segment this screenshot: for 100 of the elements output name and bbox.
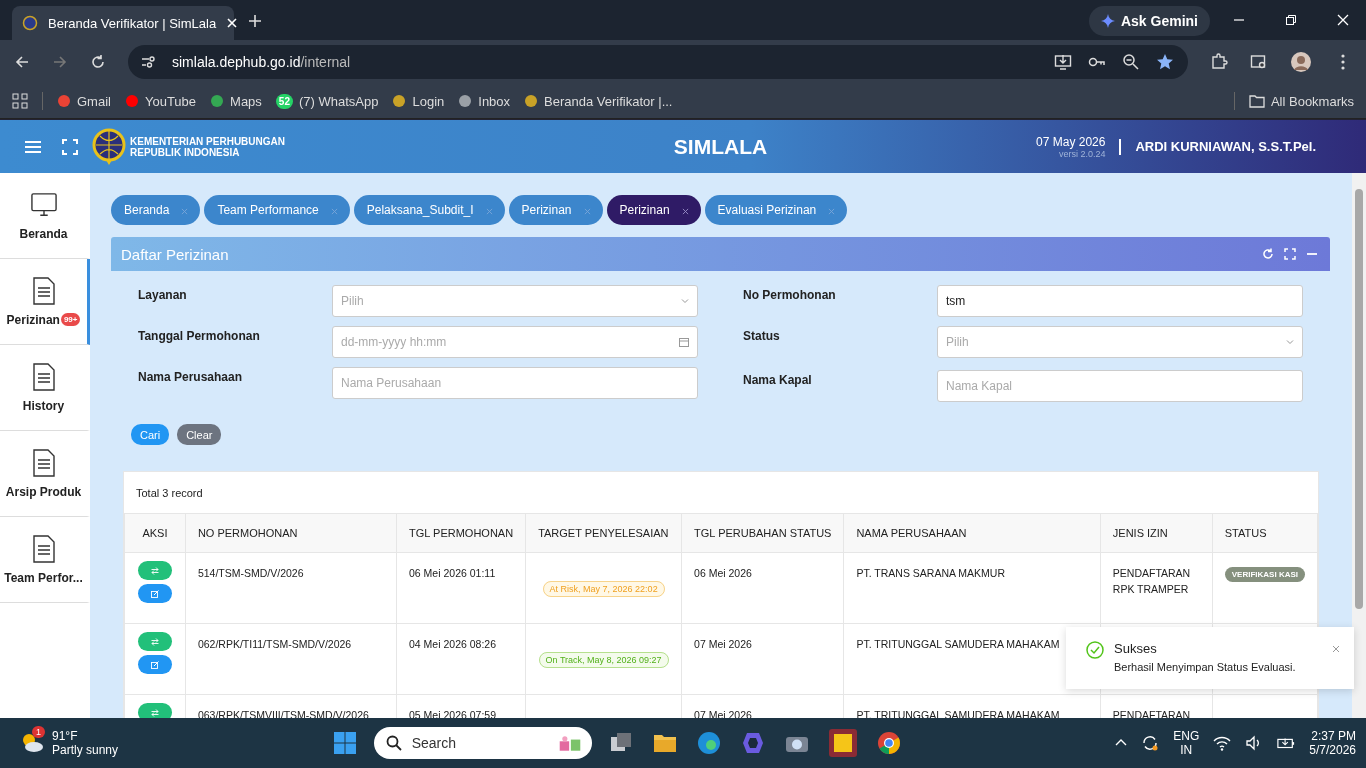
bookmark-link[interactable]: 52 (7) WhatsApp xyxy=(275,93,379,109)
new-tab-icon[interactable] xyxy=(248,14,262,28)
breadcrumb-tab[interactable]: Team Performance xyxy=(204,195,350,225)
bookmark-link[interactable]: Inbox xyxy=(458,93,511,109)
bookmark-icon xyxy=(124,94,139,108)
search-field[interactable]: Search xyxy=(373,727,592,759)
clock[interactable]: 2:37 PM 5/7/2026 xyxy=(1309,729,1356,757)
expand-icon[interactable] xyxy=(1284,248,1296,260)
bookmark-badge: 52 xyxy=(275,93,293,109)
copilot-icon[interactable] xyxy=(740,731,765,755)
column-header: STATUS xyxy=(1212,513,1318,553)
tab-title: Beranda Verifikator | SimLala xyxy=(48,15,217,31)
apps-grid-icon[interactable] xyxy=(12,93,28,109)
tab-search-icon[interactable] xyxy=(1250,53,1268,71)
calendar-icon xyxy=(679,337,689,347)
bookmark-link[interactable]: Login xyxy=(392,93,445,109)
breadcrumb-tab[interactable]: Pelaksana_Subdit_I xyxy=(353,195,505,225)
star-icon[interactable] xyxy=(1156,53,1174,71)
chrome-icon[interactable] xyxy=(876,731,901,755)
sticky-notes-icon[interactable] xyxy=(828,729,857,757)
install-icon[interactable] xyxy=(1054,53,1072,71)
bookmark-icon xyxy=(392,94,407,108)
sync-icon[interactable] xyxy=(1141,734,1160,752)
breadcrumb-tab[interactable]: Perizinan xyxy=(508,195,603,225)
ask-gemini-button[interactable]: Ask Gemini xyxy=(1088,6,1210,36)
sidebar-item[interactable]: Arsip Produk xyxy=(0,431,90,517)
ministry-name: REPUBLIK INDONESIA xyxy=(130,146,241,158)
sidebar-item[interactable]: Beranda xyxy=(0,173,90,259)
avatar-icon[interactable] xyxy=(1290,51,1312,73)
scrollbar[interactable] xyxy=(1352,173,1366,718)
bookmark-icon xyxy=(210,94,225,108)
column-header: NO PERMOHONAN xyxy=(185,513,397,553)
sidebar-item[interactable]: Perizinan 99+ xyxy=(0,259,90,345)
status-badge: VERIFIKASI KASI xyxy=(1224,567,1305,582)
temperature: 91°F xyxy=(52,729,79,743)
breadcrumb-tab[interactable]: Perizinan xyxy=(606,195,701,225)
fullscreen-icon[interactable] xyxy=(62,138,78,155)
folder-icon xyxy=(1248,93,1265,109)
all-bookmarks-link[interactable]: All Bookmarks xyxy=(1248,93,1354,109)
browser-tab[interactable]: Beranda Verifikator | SimLala xyxy=(12,6,234,40)
breadcrumb-tab[interactable]: Beranda xyxy=(111,195,201,225)
column-header: TGL PERUBAHAN STATUS xyxy=(681,513,844,553)
input-field[interactable]: tsm xyxy=(937,285,1303,317)
chevron-down-icon xyxy=(1286,338,1294,346)
reload-icon[interactable] xyxy=(90,54,106,70)
puzzle-icon[interactable] xyxy=(1210,53,1228,71)
address-bar[interactable]: simlala.dephub.go.id/internal xyxy=(128,45,1188,79)
bookmark-icon xyxy=(458,94,473,108)
bookmark-link[interactable]: Maps xyxy=(210,93,262,109)
breadcrumb-tab[interactable]: Evaluasi Perizinan xyxy=(704,195,848,225)
close-icon[interactable] xyxy=(226,17,239,29)
edit-button[interactable] xyxy=(137,584,172,603)
column-header: TARGET PENYELESAIAN xyxy=(525,513,682,553)
document-icon xyxy=(30,534,57,563)
table-cell: 07 Mei 2026 xyxy=(681,623,844,695)
globe-icon xyxy=(22,15,38,31)
field-label: Nama Kapal xyxy=(743,372,813,387)
app-title: SIMLALA xyxy=(673,134,768,159)
document-icon xyxy=(30,276,57,305)
edge-icon[interactable] xyxy=(696,731,721,755)
sidebar-item[interactable]: History xyxy=(0,345,90,431)
edit-button[interactable] xyxy=(137,655,172,674)
document-icon xyxy=(30,362,57,391)
check-circle-icon xyxy=(1086,641,1104,659)
windows-icon[interactable] xyxy=(332,731,357,755)
weather-widget[interactable]: 1 91°F Partly sunny xyxy=(18,729,119,757)
forward-icon[interactable] xyxy=(52,54,68,70)
toast-message: Berhasil Menyimpan Status Evaluasi. xyxy=(1114,661,1297,673)
column-header: NAMA PERUSAHAAN xyxy=(843,513,1101,553)
field-label: Status xyxy=(743,328,781,343)
swap-icon xyxy=(150,566,159,575)
panel-title: Daftar Perizinan xyxy=(121,245,229,263)
chevron-down-icon xyxy=(681,297,689,305)
sidebar-item[interactable]: Team Perfor... xyxy=(0,517,90,603)
bookmark-link[interactable]: Gmail xyxy=(57,93,111,109)
monitor-icon xyxy=(30,190,57,219)
wifi-icon[interactable] xyxy=(1213,734,1232,752)
clear-button[interactable]: Clear xyxy=(177,424,222,445)
site-settings-icon[interactable] xyxy=(140,54,156,70)
table-cell: 06 Mei 2026 01:11 xyxy=(396,552,526,624)
current-date: 07 May 2026 xyxy=(1036,134,1106,149)
version-text: versi 2.0.24 xyxy=(1058,148,1106,159)
bookmark-link[interactable]: YouTube xyxy=(124,93,197,109)
field-label: Tanggal Permohonan xyxy=(138,328,261,343)
field-label: No Permohonan xyxy=(743,287,837,302)
weather-text: Partly sunny xyxy=(52,743,119,757)
bookmark-link[interactable]: Beranda Verifikator |... xyxy=(524,93,673,109)
count-badge: 99+ xyxy=(60,313,81,326)
table-cell-text: PENDAFTARAN RPK TRAMPER xyxy=(1112,566,1192,597)
restore-icon[interactable] xyxy=(1285,14,1297,26)
table-cell: 062/RPK/TI11/TSM-SMD/V/2026 xyxy=(185,623,397,695)
refresh-icon[interactable] xyxy=(1262,248,1274,260)
bookmark-icon xyxy=(57,94,71,108)
column-header: AKSI xyxy=(124,513,186,553)
field-label: Layanan xyxy=(138,287,188,302)
user-name[interactable]: ARDI KURNIAWAN, S.S.T.Pel. xyxy=(1135,139,1316,154)
zoom-out-icon[interactable] xyxy=(1122,53,1140,71)
back-icon[interactable] xyxy=(14,54,30,70)
emblem-icon xyxy=(92,127,126,166)
language-indicator[interactable]: ENG IN xyxy=(1173,729,1200,757)
